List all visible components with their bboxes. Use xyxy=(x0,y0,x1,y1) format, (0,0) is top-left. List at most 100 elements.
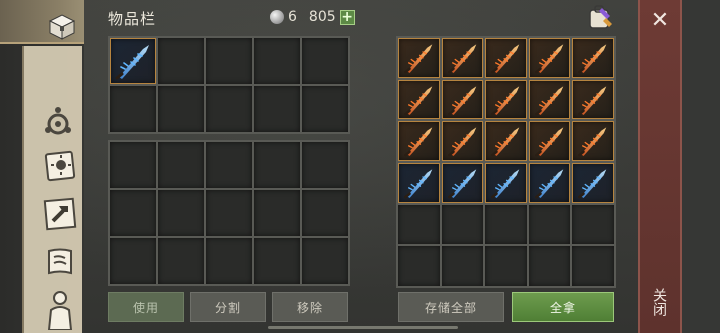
currency-display: 6 805 + xyxy=(270,9,355,25)
currency-total: 805 xyxy=(308,9,336,25)
hammer-icon[interactable] xyxy=(40,194,80,234)
take-all-button[interactable]: 全拿 xyxy=(512,292,614,322)
inventory-slot[interactable] xyxy=(158,142,204,188)
fire-sword-icon xyxy=(443,39,483,77)
inventory-slot[interactable] xyxy=(158,86,204,132)
inventory-slot[interactable] xyxy=(441,163,484,203)
inventory-slot[interactable] xyxy=(110,142,156,188)
remove-button[interactable]: 移除 xyxy=(272,292,348,322)
split-button[interactable]: 分割 xyxy=(190,292,266,322)
inventory-slot[interactable] xyxy=(110,190,156,236)
compass-icon[interactable] xyxy=(38,100,78,140)
backpack-icon[interactable] xyxy=(586,4,614,30)
inventory-slot[interactable] xyxy=(254,38,300,84)
inventory-slot[interactable] xyxy=(206,142,252,188)
inventory-slot[interactable] xyxy=(572,121,614,161)
inventory-slot[interactable] xyxy=(158,238,204,284)
fire-sword-icon xyxy=(530,81,570,119)
container-grid xyxy=(396,36,616,288)
inventory-slot[interactable] xyxy=(110,86,156,132)
inventory-slot[interactable] xyxy=(572,79,614,120)
fire-sword-icon xyxy=(399,122,439,160)
inventory-slot[interactable] xyxy=(441,246,484,286)
inventory-slot[interactable] xyxy=(206,38,252,84)
scrollbar[interactable] xyxy=(268,326,458,329)
inventory-slot[interactable] xyxy=(302,190,348,236)
fire-sword-icon xyxy=(443,81,483,119)
inventory-grid-bottom xyxy=(108,140,350,286)
sidebar xyxy=(0,0,84,333)
inventory-slot[interactable] xyxy=(110,38,156,84)
sun-book-icon[interactable] xyxy=(40,146,80,186)
inventory-slot[interactable] xyxy=(206,238,252,284)
inventory-grid-top xyxy=(108,36,350,134)
ice-sword-icon xyxy=(443,164,483,202)
add-currency-button[interactable]: + xyxy=(339,9,355,25)
page-title: 物品栏 xyxy=(108,10,157,28)
ice-sword-icon xyxy=(573,164,613,202)
fire-sword-icon xyxy=(530,39,570,77)
character-icon[interactable] xyxy=(40,290,80,330)
inventory-slot[interactable] xyxy=(528,246,571,286)
inventory-slot[interactable] xyxy=(485,204,527,245)
inventory-slot[interactable] xyxy=(485,38,527,78)
use-button[interactable]: 使用 xyxy=(108,292,184,322)
inventory-slot[interactable] xyxy=(254,86,300,132)
inventory-slot[interactable] xyxy=(441,79,484,120)
fire-sword-icon xyxy=(573,122,613,160)
inventory-slot[interactable] xyxy=(254,190,300,236)
inventory-slot[interactable] xyxy=(398,79,440,120)
ice-sword-icon xyxy=(399,164,439,202)
chest-icon[interactable] xyxy=(42,4,82,44)
inventory-slot[interactable] xyxy=(528,38,571,78)
inventory-slot[interactable] xyxy=(528,204,571,245)
inventory-slot[interactable] xyxy=(572,163,614,203)
map-scroll-icon[interactable] xyxy=(40,242,80,282)
inventory-slot[interactable] xyxy=(485,163,527,203)
inventory-slot[interactable] xyxy=(572,38,614,78)
currency-amount: 6 xyxy=(288,9,297,25)
inventory-slot[interactable] xyxy=(398,163,440,203)
coin-icon xyxy=(270,10,284,24)
inventory-slot[interactable] xyxy=(485,246,527,286)
inventory-slot[interactable] xyxy=(302,38,348,84)
right-edge xyxy=(682,0,720,333)
inventory-slot[interactable] xyxy=(158,190,204,236)
inventory-slot[interactable] xyxy=(398,38,440,78)
inventory-slot[interactable] xyxy=(485,121,527,161)
close-label[interactable]: 关闭 xyxy=(651,288,669,316)
close-panel[interactable] xyxy=(638,0,682,333)
inventory-slot[interactable] xyxy=(572,204,614,245)
inventory-slot[interactable] xyxy=(398,246,440,286)
inventory-slot[interactable] xyxy=(398,204,440,245)
fire-sword-icon xyxy=(399,81,439,119)
inventory-slot[interactable] xyxy=(572,246,614,286)
fire-sword-icon xyxy=(530,122,570,160)
inventory-slot[interactable] xyxy=(110,238,156,284)
fire-sword-icon xyxy=(443,122,483,160)
inventory-slot[interactable] xyxy=(528,163,571,203)
inventory-slot[interactable] xyxy=(254,142,300,188)
inventory-slot[interactable] xyxy=(302,86,348,132)
inventory-slot[interactable] xyxy=(398,121,440,161)
store-all-button[interactable]: 存储全部 xyxy=(398,292,504,322)
fire-sword-icon xyxy=(399,39,439,77)
inventory-slot[interactable] xyxy=(302,142,348,188)
inventory-slot[interactable] xyxy=(206,86,252,132)
fire-sword-icon xyxy=(486,122,526,160)
inventory-slot[interactable] xyxy=(206,190,252,236)
close-icon[interactable]: ✕ xyxy=(648,10,672,34)
fire-sword-icon xyxy=(486,81,526,119)
inventory-slot[interactable] xyxy=(441,204,484,245)
inventory-slot[interactable] xyxy=(528,79,571,120)
inventory-slot[interactable] xyxy=(485,79,527,120)
inventory-slot[interactable] xyxy=(158,38,204,84)
inventory-slot[interactable] xyxy=(302,238,348,284)
inventory-slot[interactable] xyxy=(528,121,571,161)
inventory-slot[interactable] xyxy=(254,238,300,284)
ice-sword-icon xyxy=(530,164,570,202)
inventory-slot[interactable] xyxy=(441,121,484,161)
fire-sword-icon xyxy=(486,39,526,77)
fire-sword-icon xyxy=(573,81,613,119)
inventory-slot[interactable] xyxy=(441,38,484,78)
